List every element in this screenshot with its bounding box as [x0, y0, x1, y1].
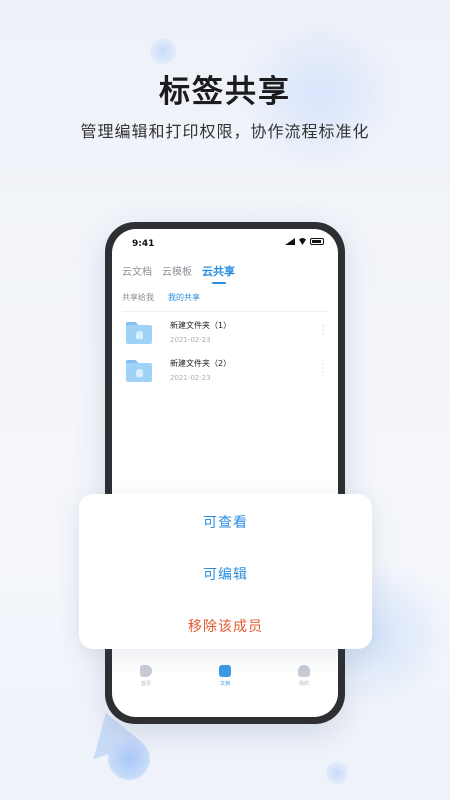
- nav-documents[interactable]: 文档: [205, 665, 245, 687]
- signal-icon: [285, 238, 295, 245]
- nav-home[interactable]: 首页: [126, 665, 166, 687]
- folder-date: 2021-02-23: [170, 336, 211, 344]
- battery-icon: [310, 238, 324, 245]
- can-edit-button[interactable]: 可编辑: [79, 564, 372, 584]
- wifi-icon: [298, 238, 307, 245]
- folder-name: 新建文件夹（2）: [170, 359, 232, 368]
- tab-cloud-templates[interactable]: 云模板: [162, 263, 192, 279]
- subtab-my-shares[interactable]: 我的共享: [168, 292, 200, 303]
- remove-member-button[interactable]: 移除该成员: [79, 616, 372, 636]
- tab-cloud-share[interactable]: 云共享: [202, 263, 235, 284]
- shared-folder-icon: [126, 360, 152, 382]
- folder-name: 新建文件夹（1）: [170, 321, 232, 330]
- subtab-shared-with-me[interactable]: 共享给我: [122, 292, 154, 303]
- home-icon: [140, 665, 152, 677]
- top-tabs: 云文档 云模板 云共享: [122, 263, 235, 284]
- status-icons: [285, 238, 324, 245]
- page-title: 标签共享: [159, 74, 291, 110]
- shared-folder-icon: [126, 322, 152, 344]
- folder-date: 2021-02-23: [170, 374, 211, 382]
- nav-profile[interactable]: 我的: [284, 665, 324, 687]
- user-icon: [298, 665, 310, 677]
- status-time: 9:41: [132, 239, 155, 249]
- more-vertical-icon[interactable]: · · ·: [320, 361, 326, 378]
- sub-tabs: 共享给我 我的共享: [122, 292, 328, 312]
- page-subtitle: 管理编辑和打印权限，协作流程标准化: [80, 122, 370, 141]
- tab-cloud-docs[interactable]: 云文档: [122, 263, 152, 279]
- status-bar: 9:41: [112, 229, 338, 251]
- document-icon: [219, 665, 231, 677]
- decorative-sphere: [150, 38, 176, 64]
- more-vertical-icon[interactable]: · · ·: [320, 323, 326, 340]
- decorative-sphere: [326, 762, 348, 784]
- permission-action-sheet: 可查看 可编辑 移除该成员: [79, 494, 372, 649]
- can-view-button[interactable]: 可查看: [79, 512, 372, 532]
- list-item[interactable]: 新建文件夹（1） 2021-02-23 · · ·: [124, 317, 328, 351]
- list-item[interactable]: 新建文件夹（2） 2021-02-23 · · ·: [124, 355, 328, 389]
- bottom-nav: 首页 文档 我的: [112, 665, 338, 695]
- decorative-sphere: [108, 738, 150, 780]
